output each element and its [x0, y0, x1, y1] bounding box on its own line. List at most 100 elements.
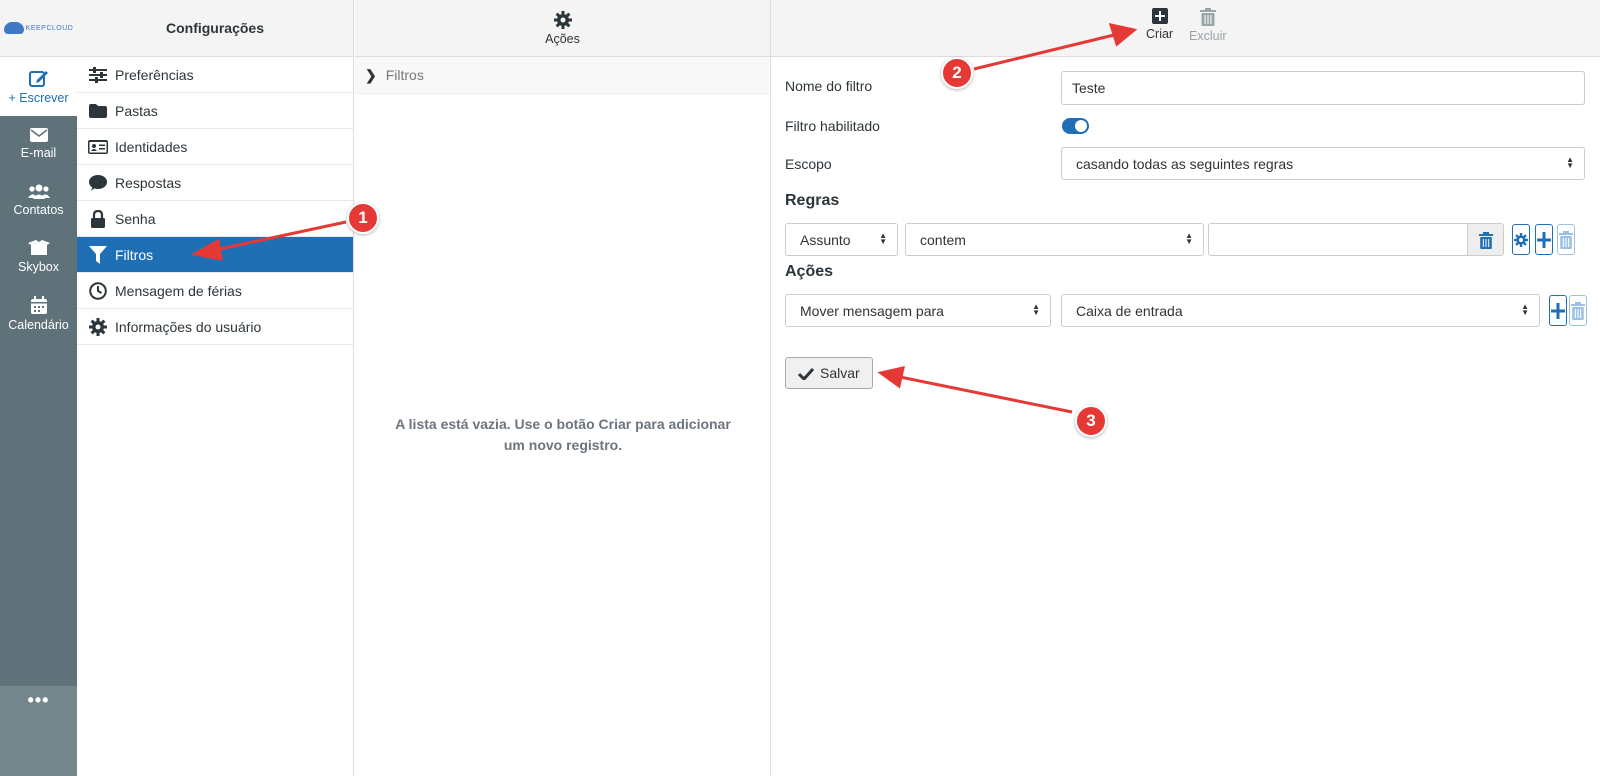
annotation-number: 1	[358, 208, 368, 227]
app-rail: KEEPCLOUD + Escrever E-mail Contatos Sky…	[0, 0, 77, 776]
settings-item-vacation[interactable]: Mensagem de férias	[77, 273, 353, 309]
rail-item-label: E-mail	[20, 146, 57, 160]
logo-text: KEEPCLOUD	[25, 24, 74, 32]
delete-action-button[interactable]	[1569, 295, 1587, 326]
lock-icon	[87, 209, 109, 228]
gear-icon	[1514, 232, 1528, 247]
sort-arrows-icon: ▲ ▼	[1185, 231, 1193, 246]
compose-label: + Escrever	[8, 90, 69, 105]
check-icon	[798, 367, 814, 380]
actions-label: Ações	[545, 31, 580, 46]
action-target-select[interactable]: Caixa de entrada ▲ ▼	[1061, 294, 1540, 327]
trash-icon	[1199, 8, 1216, 26]
envelope-icon	[29, 128, 48, 142]
delete-label: Excluir	[1189, 29, 1227, 43]
breadcrumb-label: Filtros	[385, 67, 424, 83]
rule-header-value: Assunto	[800, 231, 851, 248]
sort-arrows-icon: ▲ ▼	[1521, 302, 1529, 317]
box-icon	[27, 240, 50, 255]
rule-value-input[interactable]	[1208, 223, 1504, 256]
sort-arrows-icon: ▲ ▼	[1032, 302, 1040, 317]
filter-name-value: Teste	[1072, 80, 1106, 96]
filter-editor: Criar Excluir Nome do filtro Teste Filtr…	[771, 0, 1600, 776]
plus-icon	[1537, 231, 1551, 248]
rail-item-email[interactable]: E-mail	[0, 116, 77, 172]
settings-item-label: Informações do usuário	[115, 318, 262, 335]
rule-value-clear-button[interactable]	[1467, 224, 1503, 255]
add-rule-button[interactable]	[1535, 224, 1553, 255]
settings-item-password[interactable]: Senha	[77, 201, 353, 237]
settings-item-identities[interactable]: Identidades	[77, 129, 353, 165]
action-type-select[interactable]: Mover mensagem para ▲ ▼	[785, 294, 1051, 327]
settings-item-label: Pastas	[115, 102, 158, 119]
app: KEEPCLOUD + Escrever E-mail Contatos Sky…	[0, 0, 1600, 776]
rail-item-label: Skybox	[18, 260, 59, 274]
clock-icon	[87, 281, 109, 300]
compose-button[interactable]: + Escrever	[0, 57, 77, 116]
settings-panel: Configurações Preferências Pastas Identi…	[77, 0, 354, 776]
users-icon	[27, 184, 50, 199]
filter-name-label: Nome do filtro	[785, 78, 873, 94]
settings-item-user-info[interactable]: Informações do usuário	[77, 309, 353, 345]
logo[interactable]: KEEPCLOUD	[0, 0, 77, 57]
create-button[interactable]: Criar	[1146, 8, 1173, 41]
folder-icon	[87, 103, 109, 118]
editor-toolbar: Criar Excluir	[771, 0, 1600, 57]
settings-item-label: Filtros	[115, 246, 154, 263]
create-label: Criar	[1146, 27, 1174, 41]
rule-header-select[interactable]: Assunto ▲ ▼	[785, 223, 898, 256]
settings-item-responses[interactable]: Respostas	[77, 165, 353, 201]
toggle-knob	[1075, 120, 1087, 132]
filter-name-input[interactable]: Teste	[1061, 71, 1585, 105]
action-target-value: Caixa de entrada	[1076, 302, 1183, 319]
more-button[interactable]: •••	[0, 686, 77, 776]
more-dots-icon: •••	[27, 690, 50, 710]
cloud-logo-icon	[3, 22, 24, 34]
plus-icon	[1551, 302, 1565, 319]
filter-icon	[87, 245, 109, 264]
rail-item-contacts[interactable]: Contatos	[0, 172, 77, 228]
actions-menu-button[interactable]: Ações	[355, 0, 770, 57]
compose-icon	[28, 70, 48, 87]
rule-operator-value: contem	[920, 231, 966, 248]
add-action-button[interactable]	[1549, 295, 1567, 326]
annotation-badge-2: 2	[941, 57, 973, 89]
trash-icon	[1559, 230, 1573, 249]
settings-item-filters[interactable]: Filtros	[77, 237, 353, 273]
filter-enabled-label: Filtro habilitado	[785, 118, 880, 134]
empty-list-message: A lista está vazia. Use o botão Criar pa…	[395, 416, 731, 453]
gear-icon	[87, 317, 109, 336]
settings-title: Configurações	[77, 0, 353, 57]
settings-item-preferences[interactable]: Preferências	[77, 57, 353, 93]
settings-item-label: Preferências	[115, 66, 194, 83]
rules-title: Regras	[785, 192, 840, 209]
delete-button[interactable]: Excluir	[1189, 8, 1227, 43]
annotation-badge-3: 3	[1075, 405, 1107, 437]
plus-square-icon	[1151, 8, 1168, 24]
annotation-badge-1: 1	[347, 202, 379, 234]
rail-item-skybox[interactable]: Skybox	[0, 229, 77, 285]
scope-select[interactable]: casando todas as seguintes regras ▲ ▼	[1061, 147, 1585, 180]
save-button[interactable]: Salvar	[785, 357, 873, 389]
sliders-icon	[87, 66, 109, 83]
comment-icon	[87, 174, 109, 191]
rail-item-calendar[interactable]: Calendário	[0, 286, 77, 342]
filter-enabled-toggle[interactable]	[1062, 118, 1089, 134]
rail-item-label: Calendário	[8, 318, 69, 332]
settings-item-folders[interactable]: Pastas	[77, 93, 353, 129]
delete-rule-button[interactable]	[1557, 224, 1575, 255]
scope-value: casando todas as seguintes regras	[1076, 155, 1294, 172]
settings-item-label: Respostas	[115, 174, 182, 191]
calendar-icon	[30, 296, 47, 314]
settings-item-label: Identidades	[115, 138, 188, 155]
sort-arrows-icon: ▲ ▼	[879, 231, 887, 246]
trash-icon	[1478, 232, 1493, 249]
gear-icon	[553, 10, 572, 29]
sort-arrows-icon: ▲ ▼	[1566, 155, 1574, 170]
annotation-number: 3	[1086, 411, 1096, 430]
annotation-number: 2	[952, 63, 962, 82]
breadcrumb[interactable]: ❯ Filtros	[355, 57, 770, 94]
rule-operator-select[interactable]: contem ▲ ▼	[905, 223, 1204, 256]
actions-title: Ações	[785, 263, 834, 280]
rule-options-button[interactable]	[1512, 224, 1530, 255]
